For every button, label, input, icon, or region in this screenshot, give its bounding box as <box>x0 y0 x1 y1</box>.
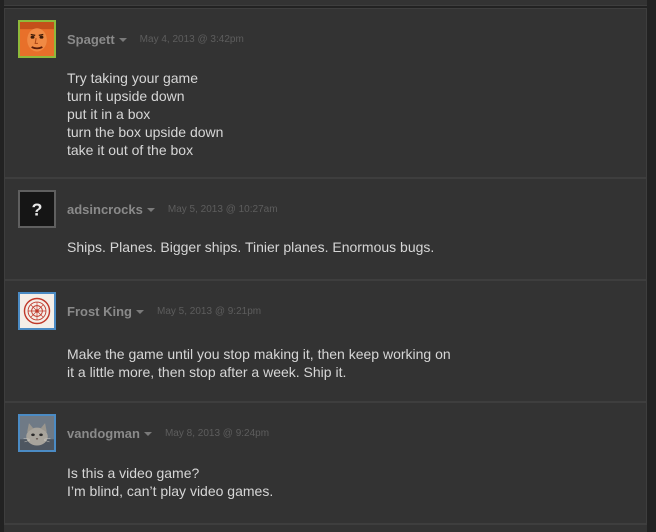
avatar[interactable] <box>18 292 56 330</box>
comment-timestamp: May 5, 2013 @ 10:27am <box>167 203 278 215</box>
author-menu-caret-icon[interactable] <box>146 207 155 212</box>
author-name[interactable]: Spagett <box>67 32 115 47</box>
comment-timestamp: May 5, 2013 @ 9:21pm <box>157 305 262 317</box>
comment-thread: Spagett May 4, 2013 @ 3:42pm Try taking … <box>0 0 656 532</box>
comment-card: ? adsincrocks May 5, 2013 @ 10:27am Ship… <box>4 178 647 280</box>
previous-comment-edge <box>4 0 647 6</box>
comment-text: Is this a video game? I’m blind, can’t p… <box>67 465 274 499</box>
avatar[interactable]: ? <box>18 190 56 228</box>
question-mark-avatar-icon: ? <box>20 192 54 226</box>
comment-card: vandogman May 8, 2013 @ 9:24pm Is this a… <box>4 402 647 524</box>
author-menu-caret-icon[interactable] <box>143 431 152 436</box>
comment-timestamp: May 8, 2013 @ 9:24pm <box>164 427 270 439</box>
avatar-glyph: ? <box>32 199 43 219</box>
red-seal-avatar-icon <box>20 294 54 328</box>
comment-text: Try taking your game turn it upside down… <box>67 70 224 158</box>
orange-face-avatar-icon <box>20 22 54 56</box>
comment-card: Spagett May 4, 2013 @ 3:42pm Try taking … <box>4 8 647 178</box>
author-name[interactable]: adsincrocks <box>67 202 143 217</box>
cat-photo-avatar-icon <box>20 416 54 450</box>
avatar[interactable] <box>18 414 56 452</box>
comment-card: Frost King May 5, 2013 @ 9:21pm Make the… <box>4 280 647 402</box>
author-menu-caret-icon[interactable] <box>118 37 127 42</box>
author-name[interactable]: vandogman <box>67 426 140 441</box>
next-comment-edge <box>4 524 647 532</box>
author-menu-caret-icon[interactable] <box>136 309 144 314</box>
comment-text: Ships. Planes. Bigger ships. Tinier plan… <box>67 239 435 255</box>
comment-text: Make the game until you stop making it, … <box>67 346 451 380</box>
author-name[interactable]: Frost King <box>67 304 132 319</box>
comment-timestamp: May 4, 2013 @ 3:42pm <box>139 33 244 45</box>
avatar[interactable] <box>18 20 56 58</box>
